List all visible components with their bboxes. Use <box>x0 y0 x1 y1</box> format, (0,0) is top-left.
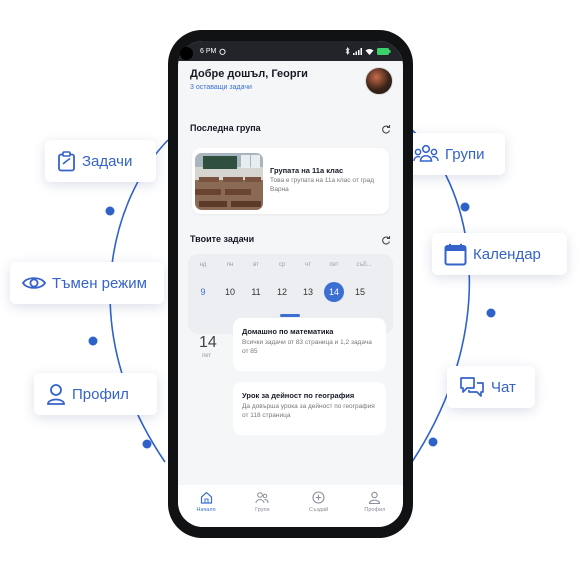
task-card[interactable]: Урок за дейност по география Да довърша … <box>233 382 386 435</box>
feature-label: Профил <box>72 385 129 403</box>
weekday-label: съб... <box>356 262 372 268</box>
remaining-tasks-link[interactable]: 3 оставащи задачи <box>190 84 308 91</box>
weekday-label: чт <box>305 262 311 268</box>
avatar[interactable] <box>365 67 393 95</box>
weekday-label: пн <box>226 262 234 268</box>
nav-home[interactable]: Начало <box>186 491 226 513</box>
feature-profile: Профил <box>34 373 157 415</box>
orbit-dot <box>88 336 98 346</box>
battery-icon <box>377 47 391 55</box>
wifi-icon <box>365 48 374 55</box>
alarm-icon <box>219 48 226 55</box>
refresh-icon[interactable] <box>381 124 391 134</box>
feature-label: Тъмен режим <box>52 274 147 292</box>
date-13[interactable]: 13 <box>298 282 318 302</box>
last-group-title: Последна група <box>190 123 261 133</box>
home-icon <box>200 491 212 504</box>
orbit-dot <box>105 206 115 216</box>
weekday-label: вт <box>253 262 259 268</box>
refresh-icon[interactable] <box>381 235 391 245</box>
task-card[interactable]: Домашно по математика Всички задачи от 8… <box>233 318 386 371</box>
nav-label: Начало <box>196 507 216 513</box>
date-12[interactable]: 12 <box>272 282 292 302</box>
user-icon <box>369 491 381 504</box>
greeting-title: Добре дошъл, Георги <box>190 68 308 80</box>
feature-calendar: Календар <box>432 233 567 275</box>
orbit-dot <box>428 437 438 447</box>
weekday-label: пет <box>329 262 339 268</box>
calendar-icon <box>444 243 467 265</box>
selected-day-name: пет <box>202 353 212 359</box>
task-description: Всички задачи от 83 страница и 1,2 задач… <box>242 339 372 355</box>
nav-label: Създай <box>309 507 329 513</box>
plus-circle-icon <box>312 491 325 504</box>
orbit-dot <box>486 308 496 318</box>
nav-create[interactable]: Създай <box>299 491 339 513</box>
weekday-label: нд <box>199 262 207 268</box>
feature-label: Календар <box>473 245 541 263</box>
task-description: Да довърша урока за дейност по география… <box>242 403 375 419</box>
phone-frame: 6 PM Добре дошъл, Георги 3 оставащи зада… <box>168 30 413 538</box>
nav-label: Профил <box>364 507 386 513</box>
nav-label: Групи <box>255 507 270 513</box>
classroom-photo <box>195 153 263 210</box>
feature-tasks: Задачи <box>45 140 156 182</box>
weekday-label: ср <box>278 262 286 268</box>
feature-dark-mode: Тъмен режим <box>10 262 164 304</box>
status-bar: 6 PM <box>178 41 403 61</box>
week-scroll-indicator <box>280 314 300 317</box>
bottom-nav: Начало Групи Създай Профил <box>178 485 403 527</box>
nav-profile[interactable]: Профил <box>355 491 395 513</box>
date-9[interactable]: 9 <box>193 282 213 302</box>
orbit-dot <box>142 439 152 449</box>
nav-groups[interactable]: Групи <box>242 491 282 513</box>
feature-label: Задачи <box>82 152 133 170</box>
signal-icon <box>353 47 362 55</box>
greeting-header: Добре дошъл, Георги 3 оставащи задачи <box>190 68 308 91</box>
user-icon <box>47 384 65 405</box>
date-10[interactable]: 10 <box>220 282 240 302</box>
feature-groups: Групи <box>401 133 505 175</box>
last-group-card[interactable]: Групата на 11а клас Това е групата на 11… <box>192 148 389 214</box>
task-title: Урок за дейност по география <box>242 391 355 400</box>
date-15[interactable]: 15 <box>350 282 370 302</box>
task-title: Домашно по математика <box>242 327 334 336</box>
eye-icon <box>22 277 46 289</box>
group-description: Това е групата на 11а клас от град Варна <box>270 177 374 193</box>
date-11[interactable]: 11 <box>246 282 266 302</box>
chat-icon <box>460 377 484 397</box>
status-time: 6 PM <box>200 47 217 55</box>
group-name: Групата на 11а клас <box>270 166 344 175</box>
bluetooth-icon <box>345 47 350 55</box>
selected-day-number: 14 <box>199 334 217 351</box>
your-tasks-title: Твоите задачи <box>190 234 255 244</box>
showcase: Задачи Тъмен режим Профил Групи Календар… <box>0 0 580 568</box>
group-icon <box>413 144 439 162</box>
orbit-dot <box>460 202 470 212</box>
feature-chat: Чат <box>447 366 535 408</box>
feature-label: Групи <box>445 145 485 163</box>
app-screen: 6 PM Добре дошъл, Георги 3 оставащи зада… <box>178 41 403 527</box>
front-camera <box>180 47 193 60</box>
group-icon <box>255 492 269 504</box>
clipboard-icon <box>58 150 75 171</box>
date-14-selected[interactable]: 14 <box>324 282 344 302</box>
feature-label: Чат <box>491 378 516 396</box>
